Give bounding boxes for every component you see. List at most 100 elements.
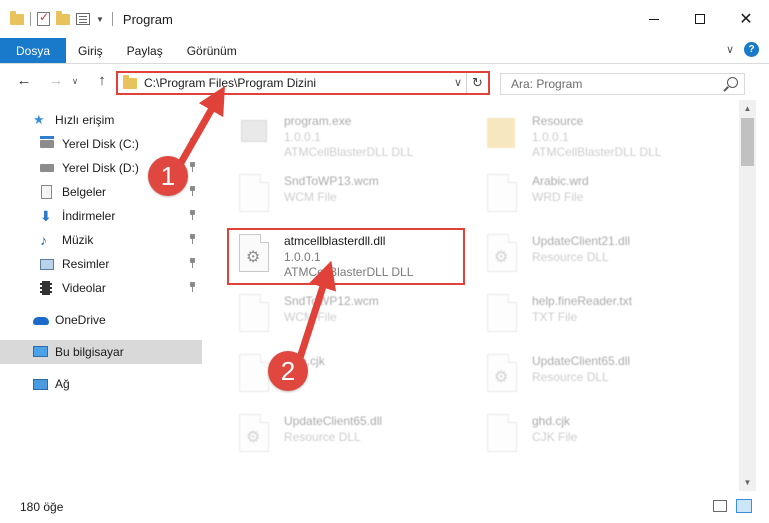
dll-gear-icon — [239, 414, 269, 452]
tab-file[interactable]: Dosya — [0, 38, 66, 63]
file-icon — [487, 174, 517, 212]
file-name: Resource — [532, 114, 584, 128]
expand-ribbon-chevron-icon[interactable]: ∨ — [726, 43, 734, 56]
file-name: program.exe — [284, 114, 352, 128]
pin-icon — [188, 138, 196, 148]
up-button[interactable]: ↑ — [92, 72, 112, 89]
file-tile[interactable]: ghd.cjk CJK File — [463, 406, 703, 460]
sidebar-item-network[interactable]: Ağ — [0, 372, 202, 396]
sidebar-item-label: Videolar — [62, 281, 106, 295]
file-name: UpdateClient65.dll — [284, 414, 383, 428]
vertical-scrollbar[interactable]: ▲ ▼ — [739, 100, 756, 491]
pin-icon — [188, 282, 196, 292]
network-icon — [33, 377, 48, 391]
file-icon — [239, 174, 269, 212]
file-name: UpdateClient21.dll — [532, 234, 631, 248]
toolbar-separator — [30, 12, 31, 26]
title-separator — [111, 12, 113, 26]
file-name: Arabic.wrd — [532, 174, 589, 188]
file-tile[interactable]: help.fineReader.txt TXT File — [463, 286, 703, 340]
properties-check-icon[interactable] — [37, 10, 50, 26]
quick-access-toolbar: ▼ — [10, 10, 104, 26]
file-detail: 1.0.0.1 — [284, 130, 321, 144]
sidebar-item-label: Ağ — [55, 377, 70, 391]
help-icon[interactable]: ? — [744, 42, 759, 57]
sidebar-item-label: Müzik — [62, 233, 94, 247]
file-list: program.exe 1.0.0.1 ATMCellBlasterDLL DL… — [207, 100, 739, 491]
dll-gear-icon — [487, 234, 517, 272]
details-view-icon[interactable] — [713, 500, 727, 512]
file-detail: ATMCellBlasterDLL DLL — [532, 145, 662, 159]
minimize-button[interactable] — [631, 0, 677, 38]
tab-view[interactable]: Görünüm — [175, 38, 249, 63]
status-bar: 180 öğe — [0, 491, 769, 523]
sidebar-item-this-pc[interactable]: Bu bilgisayar — [0, 340, 202, 364]
tab-home[interactable]: Giriş — [66, 38, 115, 63]
title-bar: ▼ Program ✕ — [0, 0, 769, 38]
forward-button[interactable]: → — [46, 72, 66, 89]
file-tile[interactable]: UpdateClient65.dll Resource DLL — [215, 406, 455, 460]
file-detail: Resource DLL — [532, 250, 609, 264]
address-folder-icon — [123, 74, 137, 89]
file-icon — [239, 294, 269, 332]
sidebar-item-music[interactable]: ♪ Müzik — [0, 228, 202, 252]
sidebar-item-downloads[interactable]: ⬇ İndirmeler — [0, 204, 202, 228]
scroll-up-icon[interactable]: ▲ — [739, 100, 756, 117]
file-detail: TXT File — [532, 310, 578, 324]
refresh-button[interactable]: ↻ — [466, 73, 488, 93]
address-bar[interactable]: C:\Program Files\Program Dizini ∨ ↻ — [116, 71, 490, 95]
file-tile[interactable]: plan.cjk — [215, 346, 455, 400]
file-detail: WCM File — [284, 190, 337, 204]
sidebar-item-label: Bu bilgisayar — [55, 345, 124, 359]
recent-locations-chevron-icon[interactable]: ∨ — [70, 76, 80, 87]
address-dropdown-chevron-icon[interactable]: ∨ — [454, 76, 462, 89]
sidebar-item-onedrive[interactable]: OneDrive — [0, 308, 202, 332]
address-row: ← → ∨ ↑ C:\Program Files\Program Dizini … — [0, 64, 769, 100]
back-button[interactable]: ← — [14, 72, 34, 89]
maximize-button[interactable] — [677, 0, 723, 38]
sidebar-item-label: OneDrive — [55, 313, 106, 327]
file-tile[interactable]: SndToWP13.wcm WCM File — [215, 166, 455, 220]
tab-share[interactable]: Paylaş — [115, 38, 175, 63]
address-path[interactable]: C:\Program Files\Program Dizini — [144, 76, 316, 90]
file-name: SndToWP13.wcm — [284, 174, 379, 188]
close-button[interactable]: ✕ — [723, 0, 769, 38]
file-tile[interactable]: Arabic.wrd WRD File — [463, 166, 703, 220]
customize-toolbar-chevron-icon[interactable]: ▼ — [96, 15, 104, 24]
search-input[interactable]: Ara: Program — [500, 73, 745, 95]
file-name: SndToWP12.wcm — [284, 294, 379, 308]
file-icon — [239, 354, 269, 392]
highlight-box — [227, 228, 465, 285]
exe-icon — [239, 114, 269, 152]
file-tile[interactable]: program.exe 1.0.0.1 ATMCellBlasterDLL DL… — [215, 106, 455, 160]
file-tile[interactable]: SndToWP12.wcm WCM File — [215, 286, 455, 340]
file-tile[interactable]: Resource 1.0.0.1 ATMCellBlasterDLL DLL — [463, 106, 703, 160]
file-name: ghd.cjk — [532, 414, 571, 428]
new-folder-icon[interactable] — [56, 10, 70, 25]
step-badge-1: 1 — [148, 156, 188, 196]
sidebar-item-videos[interactable]: Videolar — [0, 276, 202, 300]
ribbon-controls: ∨ ? — [726, 42, 759, 57]
sidebar-item-label: Hızlı erişim — [55, 113, 115, 127]
item-count: 180 öğe — [20, 500, 64, 514]
file-detail: WCM File — [284, 310, 337, 324]
search-placeholder: Ara: Program — [511, 77, 583, 91]
step-badge-2: 2 — [268, 351, 308, 391]
large-icons-view-icon[interactable] — [736, 499, 752, 513]
sidebar-item-label: Yerel Disk (D:) — [62, 161, 139, 175]
sidebar-item-local-disk-c[interactable]: Yerel Disk (C:) — [0, 132, 202, 156]
file-tile[interactable]: UpdateClient21.dll Resource DLL — [463, 226, 703, 280]
close-icon: ✕ — [739, 11, 753, 28]
file-icon — [487, 414, 517, 452]
pin-icon — [188, 258, 196, 268]
folder-icon — [10, 10, 24, 25]
properties-list-icon[interactable] — [76, 13, 90, 25]
file-tile[interactable]: UpdateClient65.dll Resource DLL — [463, 346, 703, 400]
scroll-down-icon[interactable]: ▼ — [739, 474, 756, 491]
sidebar-item-pictures[interactable]: Resimler — [0, 252, 202, 276]
sidebar-item-label: İndirmeler — [62, 209, 116, 223]
scrollbar-thumb[interactable] — [741, 118, 754, 166]
downloads-icon: ⬇ — [40, 208, 52, 224]
file-icon — [487, 294, 517, 332]
sidebar-item-quick-access[interactable]: ★ Hızlı erişim — [0, 108, 202, 132]
